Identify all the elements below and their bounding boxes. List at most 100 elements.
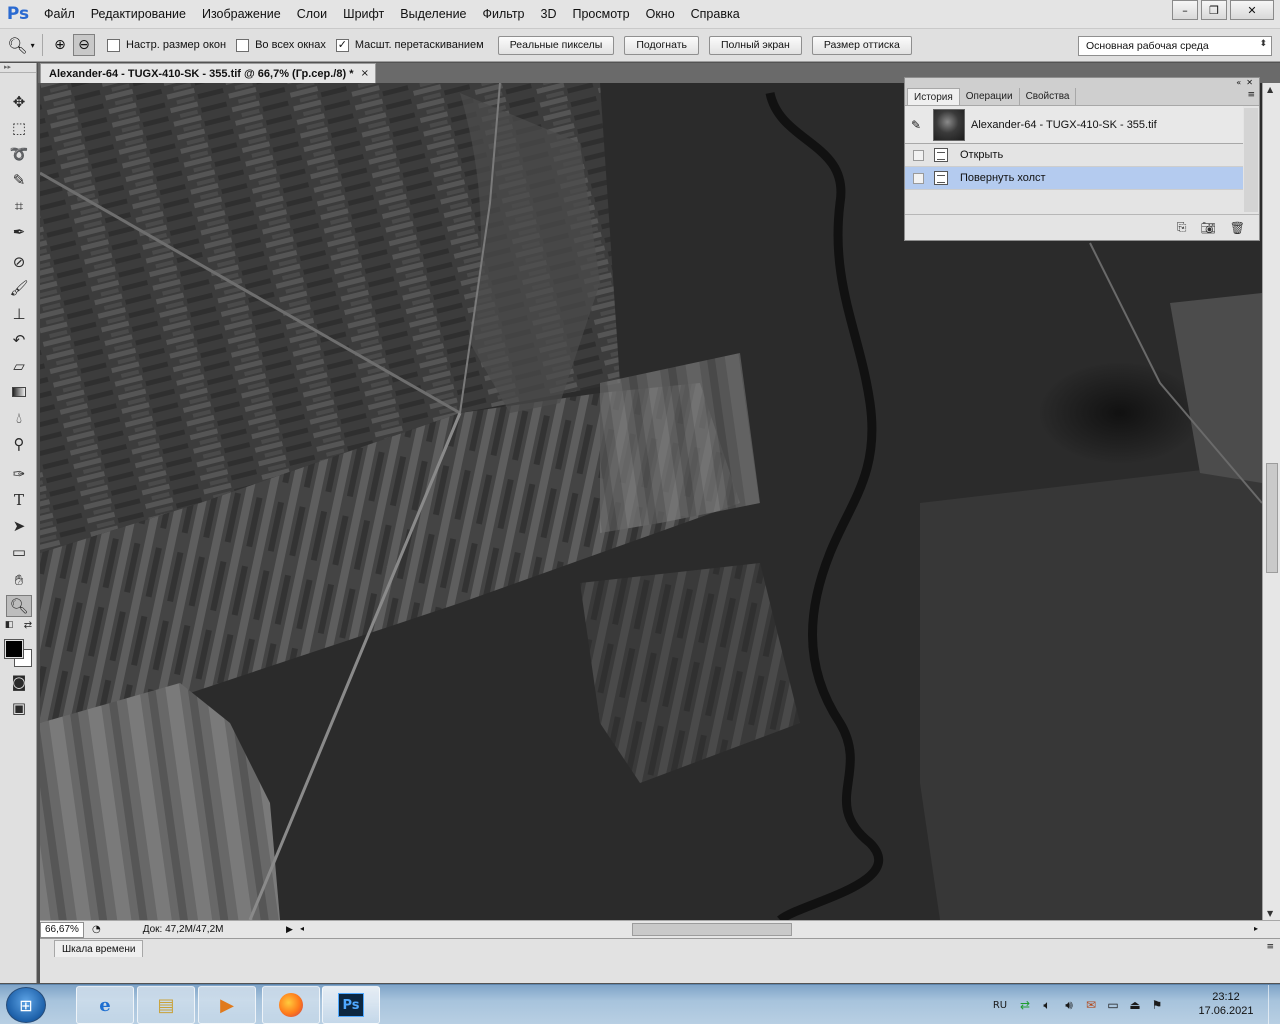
type-tool[interactable]: T — [6, 489, 32, 511]
menu-filter[interactable]: Фильтр — [475, 0, 533, 28]
history-step[interactable]: Открыть — [905, 144, 1243, 167]
vertical-scroll-thumb[interactable] — [1266, 463, 1278, 573]
zoom-in-button[interactable]: ⊕ — [49, 34, 71, 56]
menu-3d[interactable]: 3D — [533, 0, 565, 28]
volume-icon[interactable]: 🔈︎ — [1036, 998, 1058, 1013]
menu-view[interactable]: Просмотр — [565, 0, 638, 28]
network-icon[interactable]: ⇄ — [1014, 998, 1036, 1012]
scrubby-zoom-checkbox[interactable]: ✓ — [335, 38, 349, 52]
actual-pixels-button[interactable]: Реальные пикселы — [497, 35, 615, 55]
dodge-tool[interactable]: ⚲ — [6, 433, 32, 455]
restore-button[interactable]: ❐ — [1201, 0, 1227, 20]
tab-history[interactable]: История — [907, 88, 960, 105]
blur-tool[interactable]: 💧︎ — [6, 407, 32, 429]
history-step-selected[interactable]: Повернуть холст — [905, 167, 1243, 190]
eraser-tool[interactable]: ▱ — [6, 355, 32, 377]
scroll-left-icon[interactable]: ◂ — [300, 924, 304, 933]
resize-windows-option[interactable]: Настр. размер окон — [107, 38, 226, 52]
scrubby-zoom-option[interactable]: ✓ Масшт. перетаскиванием — [335, 38, 484, 52]
menu-file[interactable]: Файл — [36, 0, 83, 28]
move-tool[interactable]: ✥ — [6, 91, 32, 113]
document-tab[interactable]: Alexander-64 - TUGX-410-SK - 355.tif @ 6… — [40, 63, 376, 83]
quick-selection-tool[interactable]: ✎ — [6, 169, 32, 191]
hand-tool[interactable]: ✋︎ — [6, 569, 32, 591]
history-snapshot[interactable]: ✎ Alexander-64 - TUGX-410-SK - 355.tif — [905, 106, 1243, 144]
trash-icon[interactable]: 🗑︎ — [1230, 221, 1245, 235]
notification-icon[interactable]: ✉ — [1080, 998, 1102, 1012]
taskbar-firefox[interactable] — [262, 986, 320, 1024]
close-document-icon[interactable]: × — [361, 68, 369, 79]
history-brush-tool[interactable]: ↶ — [6, 329, 32, 351]
workspace-select[interactable]: Основная рабочая среда ⬍ — [1078, 36, 1272, 56]
history-brush-source-icon[interactable]: ✎ — [911, 118, 929, 132]
menu-edit[interactable]: Редактирование — [83, 0, 194, 28]
status-menu-arrow-icon[interactable]: ▶ — [286, 925, 293, 935]
horizontal-scrollbar[interactable]: ◂ ▸ — [296, 923, 1262, 937]
taskbar-file-explorer[interactable]: ▤ — [137, 986, 195, 1024]
quick-mask-button[interactable]: ◙ — [6, 671, 32, 693]
flag-icon[interactable]: ⚑ — [1146, 998, 1168, 1012]
system-clock[interactable]: 23:12 17.06.2021 — [1196, 990, 1256, 1018]
close-panel-icon[interactable]: ✕ — [1246, 78, 1253, 87]
marquee-tool[interactable]: ⬚ — [6, 117, 32, 139]
menu-window[interactable]: Окно — [638, 0, 683, 28]
speaker-icon[interactable]: 🔊︎ — [1058, 998, 1080, 1013]
zoom-level-field[interactable]: 66,67% — [40, 921, 84, 938]
panel-menu-icon[interactable]: ≡ — [1247, 90, 1255, 100]
eyedropper-tool[interactable]: ✒ — [6, 221, 32, 243]
path-selection-tool[interactable]: ➤ — [6, 515, 32, 537]
camera-icon[interactable]: 📷︎ — [1201, 221, 1216, 235]
minimize-button[interactable]: – — [1172, 0, 1198, 20]
all-windows-option[interactable]: Во всех окнах — [236, 38, 326, 52]
timeline-tab[interactable]: Шкала времени — [54, 940, 144, 957]
fit-screen-button[interactable]: Подогнать — [624, 35, 699, 55]
panel-menu-icon[interactable]: ≡ — [1266, 942, 1274, 952]
tool-preset-picker[interactable]: 🔍︎ ▾ — [6, 34, 36, 56]
taskbar-media-player[interactable]: ▶ — [198, 986, 256, 1024]
default-colors-button[interactable]: ◧ — [2, 619, 16, 631]
menu-layers[interactable]: Слои — [289, 0, 335, 28]
history-scrollbar[interactable] — [1244, 108, 1258, 212]
screen-mode-button[interactable]: ▣ — [6, 697, 32, 719]
zoom-out-button[interactable]: ⊖ — [73, 34, 95, 56]
photoshop-logo[interactable]: Ps — [0, 0, 36, 28]
scroll-down-icon[interactable]: ▼ — [1267, 909, 1273, 918]
gradient-tool[interactable] — [6, 381, 32, 403]
foreground-color-swatch[interactable] — [4, 639, 24, 659]
vertical-scrollbar[interactable]: ▲ ▼ — [1262, 83, 1280, 920]
tab-properties[interactable]: Свойства — [1020, 88, 1077, 105]
step-checkbox[interactable] — [913, 172, 924, 184]
resize-windows-checkbox[interactable] — [107, 38, 120, 52]
panel-grip[interactable]: ▸▸ — [0, 63, 36, 73]
fill-screen-button[interactable]: Полный экран — [708, 35, 802, 55]
rectangle-tool[interactable]: ▭ — [6, 541, 32, 563]
taskbar-photoshop[interactable]: Ps — [322, 986, 380, 1024]
scroll-up-icon[interactable]: ▲ — [1267, 85, 1273, 94]
pen-tool[interactable]: ✑ — [6, 463, 32, 485]
horizontal-scroll-thumb[interactable] — [632, 923, 792, 936]
display-icon[interactable]: ▭ — [1102, 998, 1124, 1012]
close-window-button[interactable]: ✕ — [1230, 0, 1274, 20]
step-checkbox[interactable] — [913, 149, 924, 161]
healing-brush-tool[interactable]: ⊘ — [6, 251, 32, 273]
collapse-icon[interactable]: « — [1236, 78, 1241, 87]
menu-help[interactable]: Справка — [683, 0, 748, 28]
start-button[interactable]: ⊞ — [6, 987, 46, 1023]
zoom-tool[interactable]: 🔍︎ — [6, 595, 32, 617]
clone-stamp-tool[interactable]: ⊥ — [6, 303, 32, 325]
menu-image[interactable]: Изображение — [194, 0, 289, 28]
brush-tool[interactable]: 🖌︎ — [6, 277, 32, 299]
crop-tool[interactable]: ⌗ — [6, 195, 32, 217]
taskbar-internet-explorer[interactable]: e — [76, 986, 134, 1024]
swap-colors-button[interactable]: ⇄ — [21, 619, 35, 631]
usb-icon[interactable]: ⏏ — [1124, 998, 1146, 1012]
all-windows-checkbox[interactable] — [236, 38, 250, 52]
show-desktop-button[interactable] — [1268, 985, 1280, 1024]
scroll-right-icon[interactable]: ▸ — [1254, 924, 1258, 933]
menu-select[interactable]: Выделение — [392, 0, 474, 28]
menu-type[interactable]: Шрифт — [335, 0, 392, 28]
print-size-button[interactable]: Размер оттиска — [811, 35, 912, 55]
tab-actions[interactable]: Операции — [960, 88, 1020, 105]
new-document-from-state-icon[interactable]: ⎘ — [1177, 220, 1187, 235]
language-indicator[interactable]: RU — [986, 1000, 1014, 1011]
